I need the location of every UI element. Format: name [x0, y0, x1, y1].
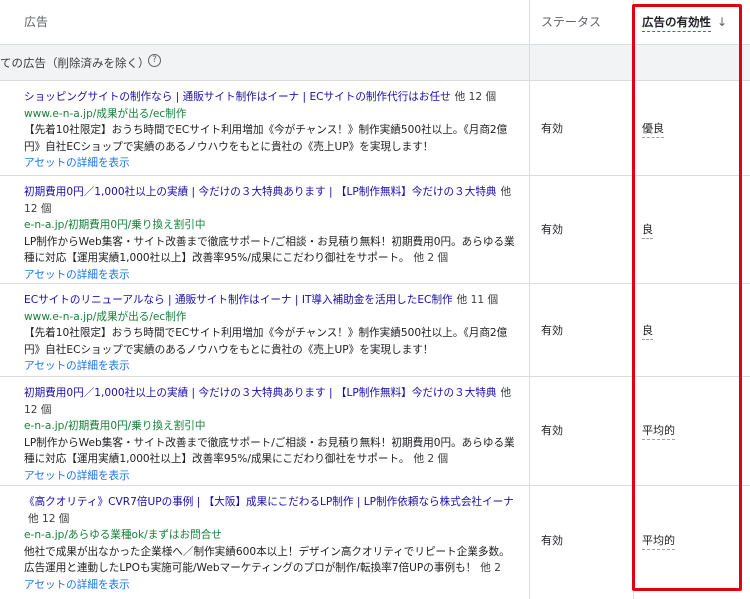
- ad-headline-text: ECサイトのリニューアルなら | 通販サイト制作はイーナ | IT導入補助金を活…: [24, 294, 453, 306]
- table-row: 《高クオリティ》CVR7倍UPの事例 | 【大阪】成果にこだわるLP制作 | L…: [0, 486, 750, 599]
- table-row: 初期費用0円／1,000社以上の実績 | 今だけの３大特典あります | 【LP制…: [0, 377, 750, 486]
- column-header-effectiveness-label: 広告の有効性: [642, 15, 711, 32]
- column-header-status[interactable]: ステータス: [541, 0, 601, 44]
- ad-headline-text: 初期費用0円／1,000社以上の実績 | 今だけの３大特典あります | 【LP制…: [24, 387, 497, 399]
- asset-details-link[interactable]: アセットの詳細を表示: [24, 155, 519, 172]
- ad-description: 他社で成果が出なかった企業様へ／制作実績600本以上！デザイン高クオリティでリピ…: [24, 544, 519, 577]
- ad-cell: ショッピングサイトの制作なら | 通販サイト制作はイーナ | ECサイトの制作代…: [24, 89, 519, 172]
- ad-cell: 初期費用0円／1,000社以上の実績 | 今だけの３大特典あります | 【LP制…: [24, 184, 519, 283]
- ad-headline[interactable]: 初期費用0円／1,000社以上の実績 | 今だけの３大特典あります | 【LP制…: [24, 385, 519, 418]
- asset-details-link[interactable]: アセットの詳細を表示: [24, 267, 519, 284]
- ad-cell: ECサイトのリニューアルなら | 通販サイト制作はイーナ | IT導入補助金を活…: [24, 292, 519, 375]
- ad-headline[interactable]: 《高クオリティ》CVR7倍UPの事例 | 【大阪】成果にこだわるLP制作 | L…: [24, 494, 519, 527]
- ad-display-url: www.e-n-a.jp/成果が出る/ec制作: [24, 107, 187, 120]
- status-value: 有効: [541, 324, 563, 337]
- ad-description: 【先着10社限定】おうち時間でECサイト利用増加《今がチャンス！》制作実績500…: [24, 325, 519, 358]
- ad-cell: 初期費用0円／1,000社以上の実績 | 今だけの３大特典あります | 【LP制…: [24, 385, 519, 484]
- subheader-label: ての広告（削除済みを除く）: [0, 56, 150, 70]
- column-header-effectiveness[interactable]: 広告の有効性 ↓: [642, 0, 727, 44]
- help-icon[interactable]: ?: [148, 54, 161, 67]
- ad-headline-text: ショッピングサイトの制作なら | 通販サイト制作はイーナ | ECサイトの制作代…: [24, 91, 451, 103]
- column-divider: [529, 0, 530, 599]
- effectiveness-value[interactable]: 良: [642, 221, 653, 239]
- ad-headline-more: 他 11 個: [456, 294, 499, 306]
- table-header: 広告 ステータス 広告の有効性 ↓: [0, 0, 750, 45]
- ad-headline-text: 《高クオリティ》CVR7倍UPの事例 | 【大阪】成果にこだわるLP制作 | L…: [24, 496, 514, 508]
- asset-details-link[interactable]: アセットの詳細を表示: [24, 468, 519, 485]
- status-value: 有効: [541, 223, 563, 236]
- ad-description-text: 【先着10社限定】おうち時間でECサイト利用増加《今がチャンス！》制作実績500…: [24, 327, 508, 356]
- ad-headline[interactable]: ショッピングサイトの制作なら | 通販サイト制作はイーナ | ECサイトの制作代…: [24, 89, 519, 106]
- ad-description-text: 他社で成果が出なかった企業様へ／制作実績600本以上！デザイン高クオリティでリピ…: [24, 545, 510, 575]
- ad-headline-more: 他 12 個: [28, 512, 70, 525]
- ad-display-url: e-n-a.jp/あらゆる業種ok/まずはお問合せ: [24, 529, 222, 541]
- ad-headline[interactable]: 初期費用0円／1,000社以上の実績 | 今だけの３大特典あります | 【LP制…: [24, 184, 519, 217]
- ad-description: 【先着10社限定】おうち時間でECサイト利用増加《今がチャンス！》制作実績500…: [24, 122, 519, 155]
- ad-group-subheader: ての広告（削除済みを除く） ?: [0, 45, 750, 81]
- ad-headline[interactable]: ECサイトのリニューアルなら | 通販サイト制作はイーナ | IT導入補助金を活…: [24, 292, 519, 309]
- status-value: 有効: [541, 534, 563, 547]
- ad-headline-text: 初期費用0円／1,000社以上の実績 | 今だけの３大特典あります | 【LP制…: [24, 186, 497, 198]
- status-value: 有効: [541, 122, 563, 135]
- ad-headline-more: 他 12 個: [454, 91, 497, 103]
- ad-description-more: 他 2 個: [413, 453, 449, 465]
- ad-description-more: 他 2: [480, 562, 501, 574]
- ad-description-text: 【先着10社限定】おうち時間でECサイト利用増加《今がチャンス！》制作実績500…: [24, 124, 508, 153]
- table-row: 初期費用0円／1,000社以上の実績 | 今だけの３大特典あります | 【LP制…: [0, 176, 750, 284]
- effectiveness-value[interactable]: 平均的: [642, 422, 675, 440]
- ad-description: LP制作からWeb集客・サイト改善まで徹底サポート/ご相談・お見積り無料！初期費…: [24, 435, 519, 468]
- effectiveness-value[interactable]: 平均的: [642, 532, 675, 550]
- sort-arrow-icon[interactable]: ↓: [717, 15, 727, 29]
- ad-display-url: e-n-a.jp/初期費用0円/乗り換え割引中: [24, 420, 206, 432]
- column-divider: [633, 0, 634, 599]
- ad-display-url: e-n-a.jp/初期費用0円/乗り換え割引中: [24, 219, 206, 231]
- asset-details-link[interactable]: アセットの詳細を表示: [24, 358, 519, 375]
- status-value: 有効: [541, 424, 563, 437]
- effectiveness-value[interactable]: 良: [642, 322, 653, 340]
- ad-display-url: www.e-n-a.jp/成果が出る/ec制作: [24, 310, 187, 323]
- ad-description: LP制作からWeb集客・サイト改善まで徹底サポート/ご相談・お見積り無料！初期費…: [24, 234, 519, 267]
- table-row: ECサイトのリニューアルなら | 通販サイト制作はイーナ | IT導入補助金を活…: [0, 284, 750, 377]
- table-row: ショッピングサイトの制作なら | 通販サイト制作はイーナ | ECサイトの制作代…: [0, 81, 750, 176]
- ad-description-more: 他 2 個: [413, 252, 449, 264]
- ad-cell: 《高クオリティ》CVR7倍UPの事例 | 【大阪】成果にこだわるLP制作 | L…: [24, 494, 519, 593]
- effectiveness-value[interactable]: 優良: [642, 120, 664, 138]
- column-header-ad[interactable]: 広告: [24, 0, 48, 44]
- asset-details-link[interactable]: アセットの詳細を表示: [24, 577, 519, 594]
